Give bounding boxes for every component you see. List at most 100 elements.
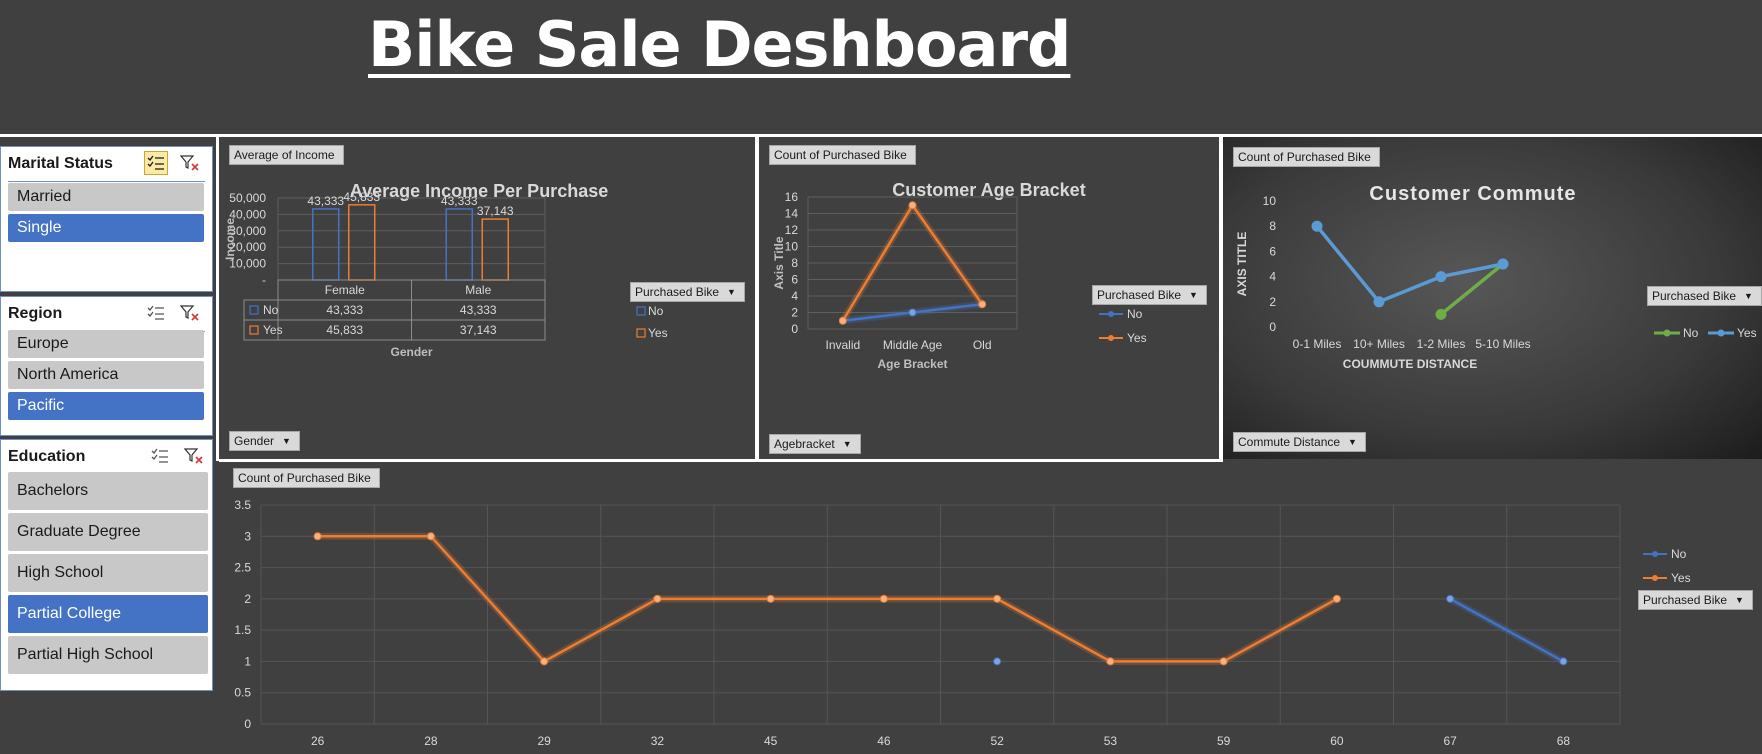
y-tick-label: 3 xyxy=(244,529,251,543)
y-axis-label: Axis Title xyxy=(772,236,786,289)
x-tick-label: 68 xyxy=(1557,734,1571,748)
slicer-title: Education xyxy=(8,448,86,465)
x-tick-label: 59 xyxy=(1217,734,1231,748)
legend-marker xyxy=(1108,335,1114,341)
slicer-item-married[interactable]: Married xyxy=(8,183,204,211)
y-tick-label: 0 xyxy=(1269,320,1276,334)
data-point-yes-1-2-miles xyxy=(1435,271,1447,283)
table-cell: 45,833 xyxy=(326,323,363,337)
bar-yes-male xyxy=(481,218,509,281)
data-point-yes-28 xyxy=(426,532,435,541)
data-point-yes-60 xyxy=(1332,594,1341,603)
dropdown-arrow-icon: ▼ xyxy=(1189,290,1198,300)
x-tick-label: Middle Age xyxy=(883,338,943,352)
x-tick-label: 52 xyxy=(990,734,1004,748)
y-tick-label: 1.5 xyxy=(234,623,251,637)
x-tick-label: Invalid xyxy=(825,338,860,352)
slicer-item-bachelors[interactable]: Bachelors xyxy=(8,472,208,510)
x-tick-label: 45 xyxy=(764,734,778,748)
chart-panel-age: Count of Purchased Bike 0 0.5 1 1.5 2 2.5 3 3.5… xyxy=(222,462,1762,754)
legend-label: No xyxy=(1671,547,1687,561)
slicer-title: Marital Status xyxy=(8,155,113,172)
legend-marker xyxy=(1108,311,1114,317)
page-title: Bike Sale Deshboard xyxy=(368,8,1071,81)
y-tick-label: 6 xyxy=(1269,244,1276,258)
slicer-item-single[interactable]: Single xyxy=(8,214,204,242)
multi-select-icon[interactable] xyxy=(144,301,168,325)
x-tick-label: 53 xyxy=(1104,734,1118,748)
y-tick-label: 3.5 xyxy=(234,498,251,512)
data-point-yes-26 xyxy=(313,532,322,541)
legend-marker xyxy=(1652,575,1658,581)
data-point-no-68 xyxy=(1559,657,1568,666)
y-tick-label: 0 xyxy=(791,322,798,336)
data-label: 37,143 xyxy=(477,204,514,218)
y-tick-label: 2.5 xyxy=(234,561,251,575)
x-axis-label: Age Bracket xyxy=(877,357,947,371)
dropdown-arrow-icon: ▼ xyxy=(1348,437,1357,447)
slicer-item-graduate-degree[interactable]: Graduate Degree xyxy=(8,513,208,551)
data-label: 43,333 xyxy=(307,194,344,208)
slicer-item-partial-college[interactable]: Partial College xyxy=(8,595,208,633)
legend-marker xyxy=(1652,551,1658,557)
x-axis-label: COUMMUTE DISTANCE xyxy=(1343,357,1477,371)
slicer-item-europe[interactable]: Europe xyxy=(8,330,204,358)
chart-panel-age-bracket: Count of Purchased Bike Customer Age Bra… xyxy=(759,137,1219,459)
clear-filter-icon[interactable] xyxy=(182,444,206,468)
y-tick-label: 8 xyxy=(1269,219,1276,233)
multi-select-icon[interactable] xyxy=(148,444,172,468)
slicer-education: Education Bachelors Graduate Degree High… xyxy=(0,439,213,691)
table-cell: 37,143 xyxy=(460,323,497,337)
y-tick-label: 4 xyxy=(1269,270,1276,284)
legend-label: No xyxy=(1127,307,1143,321)
slicer-item-pacific[interactable]: Pacific xyxy=(8,392,204,420)
legend-label: Yes xyxy=(1737,326,1757,340)
clear-filter-icon[interactable] xyxy=(178,151,202,175)
data-point-no-67 xyxy=(1446,594,1455,603)
clear-filter-icon[interactable] xyxy=(178,301,202,325)
x-tick-label: 32 xyxy=(651,734,665,748)
dropdown-arrow-icon: ▼ xyxy=(1744,291,1753,301)
legend-field-button[interactable]: Purchased Bike ▼ xyxy=(630,282,745,302)
axis-field-button[interactable]: Commute Distance ▼ xyxy=(1233,432,1366,452)
data-point-yes-10-miles xyxy=(1373,296,1385,308)
x-tick-label: 46 xyxy=(877,734,891,748)
x-tick-label: 28 xyxy=(424,734,438,748)
y-tick-label: 8 xyxy=(791,256,798,270)
slicer-item-north-america[interactable]: North America xyxy=(8,361,204,389)
y-tick-label: 50,000 xyxy=(229,191,266,205)
y-tick-label: 1 xyxy=(244,654,251,668)
slicer-item-high-school[interactable]: High School xyxy=(8,554,208,592)
y-tick-label: 6 xyxy=(791,273,798,287)
bar-no-female xyxy=(312,208,340,281)
legend-field-button[interactable]: Purchased Bike ▼ xyxy=(1638,590,1753,610)
legend-field-button[interactable]: Purchased Bike ▼ xyxy=(1092,285,1207,305)
legend-key xyxy=(636,328,646,338)
table-series-label: Yes xyxy=(263,323,283,337)
legend-label: Yes xyxy=(648,326,668,340)
legend-label: Yes xyxy=(1127,331,1147,345)
y-axis-label: Income xyxy=(223,218,237,260)
data-point-no-middle-age xyxy=(908,308,917,317)
data-point-yes-32 xyxy=(653,594,662,603)
data-point-yes-middle-age xyxy=(908,201,917,210)
title-bar: Bike Sale Deshboard xyxy=(0,0,1762,134)
bar-yes-female xyxy=(348,204,376,281)
slicer-item-partial-high-school[interactable]: Partial High School xyxy=(8,636,208,674)
y-tick-label: 2 xyxy=(791,306,798,320)
data-point-yes-59 xyxy=(1219,657,1228,666)
legend-label: No xyxy=(648,304,664,318)
axis-field-button[interactable]: Gender ▼ xyxy=(229,431,300,451)
data-point-yes-29 xyxy=(540,657,549,666)
axis-field-button[interactable]: Agebracket ▼ xyxy=(769,434,861,454)
table-category-label: Male xyxy=(465,283,491,297)
data-point-yes-old xyxy=(978,300,987,309)
data-point-yes-52 xyxy=(993,594,1002,603)
dropdown-arrow-icon: ▼ xyxy=(842,439,852,449)
legend-field-button[interactable]: Purchased Bike ▼ xyxy=(1647,286,1762,306)
data-point-yes-invalid xyxy=(838,316,847,325)
data-point-yes-53 xyxy=(1106,657,1115,666)
slicer-marital-status: Marital Status Married Single xyxy=(0,146,213,292)
y-tick-label: - xyxy=(262,273,266,287)
multi-select-icon[interactable] xyxy=(144,151,168,175)
